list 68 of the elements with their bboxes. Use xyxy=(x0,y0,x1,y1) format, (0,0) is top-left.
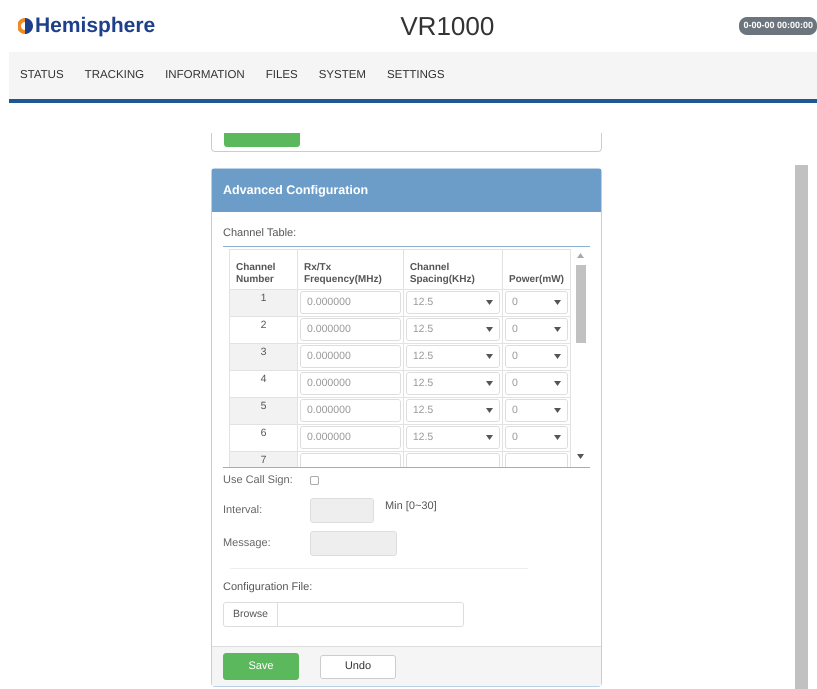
caret-icon xyxy=(554,327,561,332)
field-label: Use Call Sign: xyxy=(223,473,294,488)
spacing-dropdown[interactable]: 12.5 xyxy=(406,399,500,422)
save-button[interactable] xyxy=(224,133,300,147)
spacing-dropdown[interactable]: 12.5 xyxy=(406,345,500,368)
column-header: Power(mW) xyxy=(502,249,570,289)
page-scrollbar[interactable] xyxy=(795,165,808,689)
scroll-up-icon xyxy=(577,252,584,258)
table-cell: 5 xyxy=(230,397,298,424)
field-label: Interval: xyxy=(223,503,264,518)
caret-icon xyxy=(554,381,561,386)
nav-link[interactable]: SYSTEM xyxy=(318,66,366,84)
power-dropdown[interactable]: 0 xyxy=(504,318,568,341)
scroll-down-icon xyxy=(577,454,584,458)
caret-icon xyxy=(486,408,493,413)
field-label: Message: xyxy=(223,536,272,552)
nav-link[interactable]: INFORMATION xyxy=(165,66,245,84)
table-cell: 4 xyxy=(230,370,298,397)
clock-badge: 0-00-00 00:00:00 xyxy=(739,17,817,35)
checkbox[interactable] xyxy=(310,476,319,485)
column-header: Channel Spacing(KHz) xyxy=(403,249,502,289)
table-cell: 2 xyxy=(230,316,298,343)
nav-link[interactable]: SETTINGS xyxy=(387,66,445,84)
scrollbar-thumb[interactable] xyxy=(576,264,586,342)
page-title: VR1000 xyxy=(400,10,494,42)
frequency-field[interactable]: 0.000000 xyxy=(300,291,401,314)
power-dropdown[interactable]: 0 xyxy=(504,399,568,422)
table-cell: 7 xyxy=(230,451,298,466)
frequency-field[interactable]: 0.000000 xyxy=(300,399,401,422)
logo: Hemisphere xyxy=(18,10,156,42)
power-dropdown[interactable]: 0 xyxy=(504,345,568,368)
caret-icon xyxy=(554,354,561,359)
power-dropdown[interactable]: 0 xyxy=(504,426,568,449)
nav-link[interactable]: FILES xyxy=(266,66,298,84)
frequency-field[interactable]: 0.000000 xyxy=(300,426,401,449)
browse-button[interactable]: Browse xyxy=(223,602,278,627)
column-header: Channel Number xyxy=(230,249,298,289)
table-cell: 1 xyxy=(230,289,298,316)
caret-icon xyxy=(486,381,493,386)
caret-icon xyxy=(554,408,561,413)
spacing-dropdown[interactable]: 12.5 xyxy=(406,372,500,395)
table-label: Channel Table: xyxy=(223,226,298,241)
power-dropdown[interactable]: 0 xyxy=(504,372,568,395)
frequency-field[interactable]: 0.000000 xyxy=(300,318,401,341)
power-dropdown[interactable]: 0 xyxy=(504,291,568,314)
logo-icon xyxy=(18,16,34,36)
nav-link[interactable]: TRACKING xyxy=(84,66,144,84)
caret-icon xyxy=(486,435,493,440)
caret-icon xyxy=(554,435,561,440)
caret-icon xyxy=(554,300,561,305)
field-label: Configuration File: xyxy=(223,580,314,594)
table-cell: 6 xyxy=(230,424,298,451)
caret-icon xyxy=(486,327,493,332)
spacing-dropdown[interactable]: 12.5 xyxy=(406,318,500,341)
frequency-field[interactable]: 0.000000 xyxy=(300,345,401,368)
spacing-dropdown[interactable]: 12.5 xyxy=(406,426,500,449)
unit-label: Min [0~30] xyxy=(385,498,437,514)
frequency-field[interactable]: 0.000000 xyxy=(300,372,401,395)
panel-title: Advanced Configuration xyxy=(212,169,601,212)
file-path-field[interactable] xyxy=(278,602,464,627)
save-button[interactable]: Save xyxy=(223,653,299,680)
column-header: Rx/Tx Frequency(MHz) xyxy=(298,249,404,289)
spacing-dropdown[interactable]: 12.5 xyxy=(406,291,500,314)
undo-button[interactable]: Undo xyxy=(320,654,396,678)
caret-icon xyxy=(486,354,493,359)
nav-link[interactable]: STATUS xyxy=(20,66,64,84)
caret-icon xyxy=(486,300,493,305)
table-cell: 3 xyxy=(230,343,298,370)
